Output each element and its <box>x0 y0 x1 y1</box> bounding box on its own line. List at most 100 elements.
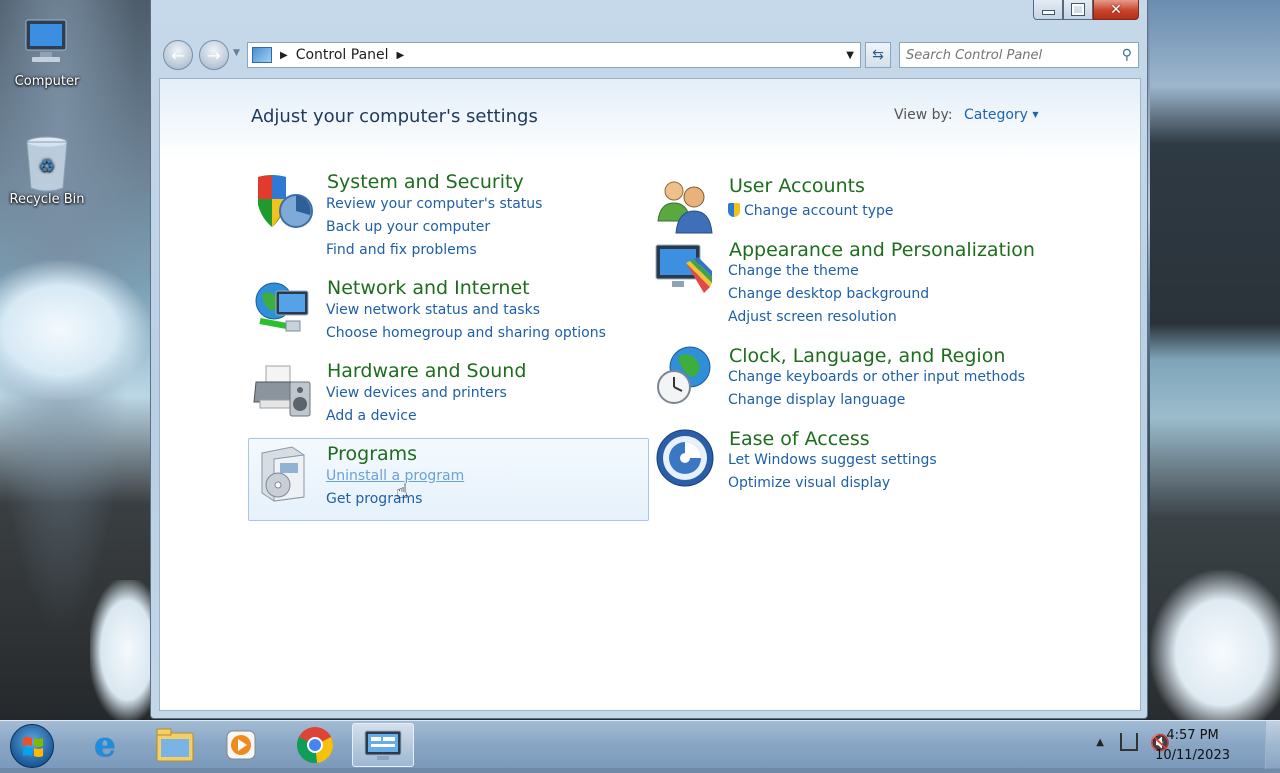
file-explorer-icon <box>156 728 194 762</box>
close-icon: ✕ <box>1110 1 1122 18</box>
close-button[interactable]: ✕ <box>1093 0 1139 20</box>
category-clock-language-region: Clock, Language, and Region Change keybo… <box>654 345 1074 415</box>
refresh-icon: ⇆ <box>872 47 884 63</box>
link-optimize-visual-display[interactable]: Optimize visual display <box>728 475 890 491</box>
desktop-icon-recycle-bin[interactable]: ♻ Recycle Bin <box>2 134 92 207</box>
shield-icon <box>252 171 314 233</box>
clock-time: 4:57 PM <box>1166 728 1219 743</box>
link-review-computer-status[interactable]: Review your computer's status <box>326 196 542 212</box>
windows-logo-icon <box>23 737 43 757</box>
taskbar-chrome[interactable] <box>284 723 346 767</box>
address-dropdown-icon[interactable]: ▼ <box>846 50 854 61</box>
search-icon[interactable]: ⚲ <box>1122 47 1132 63</box>
clock-date: 10/11/2023 <box>1155 748 1230 763</box>
svg-text:♻: ♻ <box>39 156 55 177</box>
category-title[interactable]: Network and Internet <box>327 277 530 299</box>
link-change-the-theme[interactable]: Change the theme <box>728 263 859 279</box>
network-globe-icon <box>252 277 314 339</box>
link-find-and-fix-problems[interactable]: Find and fix problems <box>326 242 477 258</box>
monitor-palette-icon <box>654 239 716 301</box>
minimize-icon <box>1041 10 1055 15</box>
chevron-down-icon: ▼ <box>1032 110 1039 119</box>
arrow-right-icon: → <box>207 45 221 65</box>
minimize-button[interactable] <box>1033 0 1063 20</box>
category-user-accounts: User Accounts Change account type <box>654 175 1074 235</box>
category-programs: Programs Uninstall a program Get program… <box>252 443 632 513</box>
link-view-devices-and-printers[interactable]: View devices and printers <box>326 385 507 401</box>
recent-pages-dropdown[interactable]: ▼ <box>233 48 240 58</box>
recycle-bin-icon: ♻ <box>20 134 74 192</box>
control-panel-small-icon <box>252 47 272 63</box>
restore-icon <box>1071 3 1085 16</box>
page-title: Adjust your computer's settings <box>251 106 538 127</box>
link-change-keyboards[interactable]: Change keyboards or other input methods <box>728 369 1025 385</box>
category-system-and-security: System and Security Review your computer… <box>252 171 632 261</box>
uac-shield-icon <box>728 203 740 217</box>
category-appearance-and-personalization: Appearance and Personalization Change th… <box>654 239 1074 329</box>
arrow-left-icon: ← <box>171 45 185 65</box>
desktop-icon-computer[interactable]: Computer <box>2 16 92 89</box>
computer-icon <box>20 16 74 70</box>
link-adjust-screen-resolution[interactable]: Adjust screen resolution <box>728 309 897 325</box>
category-title[interactable]: Programs <box>327 443 417 465</box>
search-input[interactable] <box>900 46 1122 64</box>
network-icon[interactable] <box>1120 733 1138 751</box>
category-title[interactable]: Clock, Language, and Region <box>729 345 1005 367</box>
category-hardware-and-sound: Hardware and Sound View devices and prin… <box>252 360 632 430</box>
media-player-icon <box>226 730 256 760</box>
link-add-a-device[interactable]: Add a device <box>326 408 417 424</box>
chrome-icon <box>297 727 333 764</box>
breadcrumb-control-panel[interactable]: Control Panel <box>296 47 389 63</box>
link-change-desktop-background[interactable]: Change desktop background <box>728 286 929 302</box>
show-desktop-button[interactable] <box>1265 721 1280 769</box>
link-view-network-status[interactable]: View network status and tasks <box>326 302 540 318</box>
wallpaper-ice <box>90 580 152 720</box>
breadcrumb-separator-icon[interactable]: ▶ <box>397 50 405 61</box>
desktop-icon-label: Computer <box>14 74 80 89</box>
globe-clock-icon <box>654 345 716 407</box>
taskbar: e ▲ 🔇 4:57 PM 10/11/2023 <box>0 720 1280 769</box>
system-clock[interactable]: 4:57 PM 10/11/2023 <box>1155 726 1230 766</box>
control-panel-icon <box>364 730 402 760</box>
printer-speaker-icon <box>252 360 314 422</box>
category-title[interactable]: Appearance and Personalization <box>729 239 1035 261</box>
category-title[interactable]: System and Security <box>327 171 524 193</box>
category-ease-of-access: Ease of Access Let Windows suggest setti… <box>654 428 1074 498</box>
ease-of-access-icon <box>654 428 716 490</box>
breadcrumb-separator-icon[interactable]: ▶ <box>280 50 288 61</box>
link-change-display-language[interactable]: Change display language <box>728 392 905 408</box>
link-let-windows-suggest[interactable]: Let Windows suggest settings <box>728 452 937 468</box>
control-panel-window: ✕ ← → ▼ ▶ Control Panel ▶ ▼ ⇆ ⚲ Adjust y… <box>150 0 1148 719</box>
start-button[interactable] <box>10 724 54 768</box>
category-title[interactable]: Hardware and Sound <box>327 360 526 382</box>
taskbar-internet-explorer[interactable]: e <box>74 723 136 767</box>
taskbar-file-explorer[interactable] <box>144 723 206 767</box>
show-hidden-icons-button[interactable]: ▲ <box>1096 737 1104 748</box>
view-by-dropdown[interactable]: Category ▼ <box>964 107 1039 123</box>
restore-button[interactable] <box>1063 0 1093 20</box>
refresh-button[interactable]: ⇆ <box>865 42 891 68</box>
taskbar-control-panel[interactable] <box>352 723 414 767</box>
back-button[interactable]: ← <box>163 40 193 70</box>
category-network-and-internet: Network and Internet View network status… <box>252 277 632 347</box>
link-text: Change account type <box>744 203 894 219</box>
users-icon <box>654 175 716 237</box>
link-back-up-computer[interactable]: Back up your computer <box>326 219 490 235</box>
wallpaper-ice <box>1150 570 1280 720</box>
search-box[interactable]: ⚲ <box>899 42 1139 68</box>
category-title[interactable]: Ease of Access <box>729 428 870 450</box>
taskbar-media-player[interactable] <box>210 723 272 767</box>
hand-cursor-icon: ☝ <box>396 479 409 503</box>
programs-box-icon <box>252 443 314 505</box>
window-controls: ✕ <box>1033 0 1139 20</box>
forward-button[interactable]: → <box>199 40 229 70</box>
internet-explorer-icon: e <box>94 725 116 765</box>
category-title[interactable]: User Accounts <box>729 175 865 197</box>
desktop-icon-label: Recycle Bin <box>9 192 85 207</box>
address-bar[interactable]: ▶ Control Panel ▶ ▼ <box>247 42 861 68</box>
content-pane: Adjust your computer's settings View by:… <box>159 78 1141 711</box>
view-by-value: Category <box>964 107 1028 123</box>
link-choose-homegroup[interactable]: Choose homegroup and sharing options <box>326 325 606 341</box>
view-by-label: View by: <box>894 107 953 123</box>
link-change-account-type[interactable]: Change account type <box>728 203 894 219</box>
